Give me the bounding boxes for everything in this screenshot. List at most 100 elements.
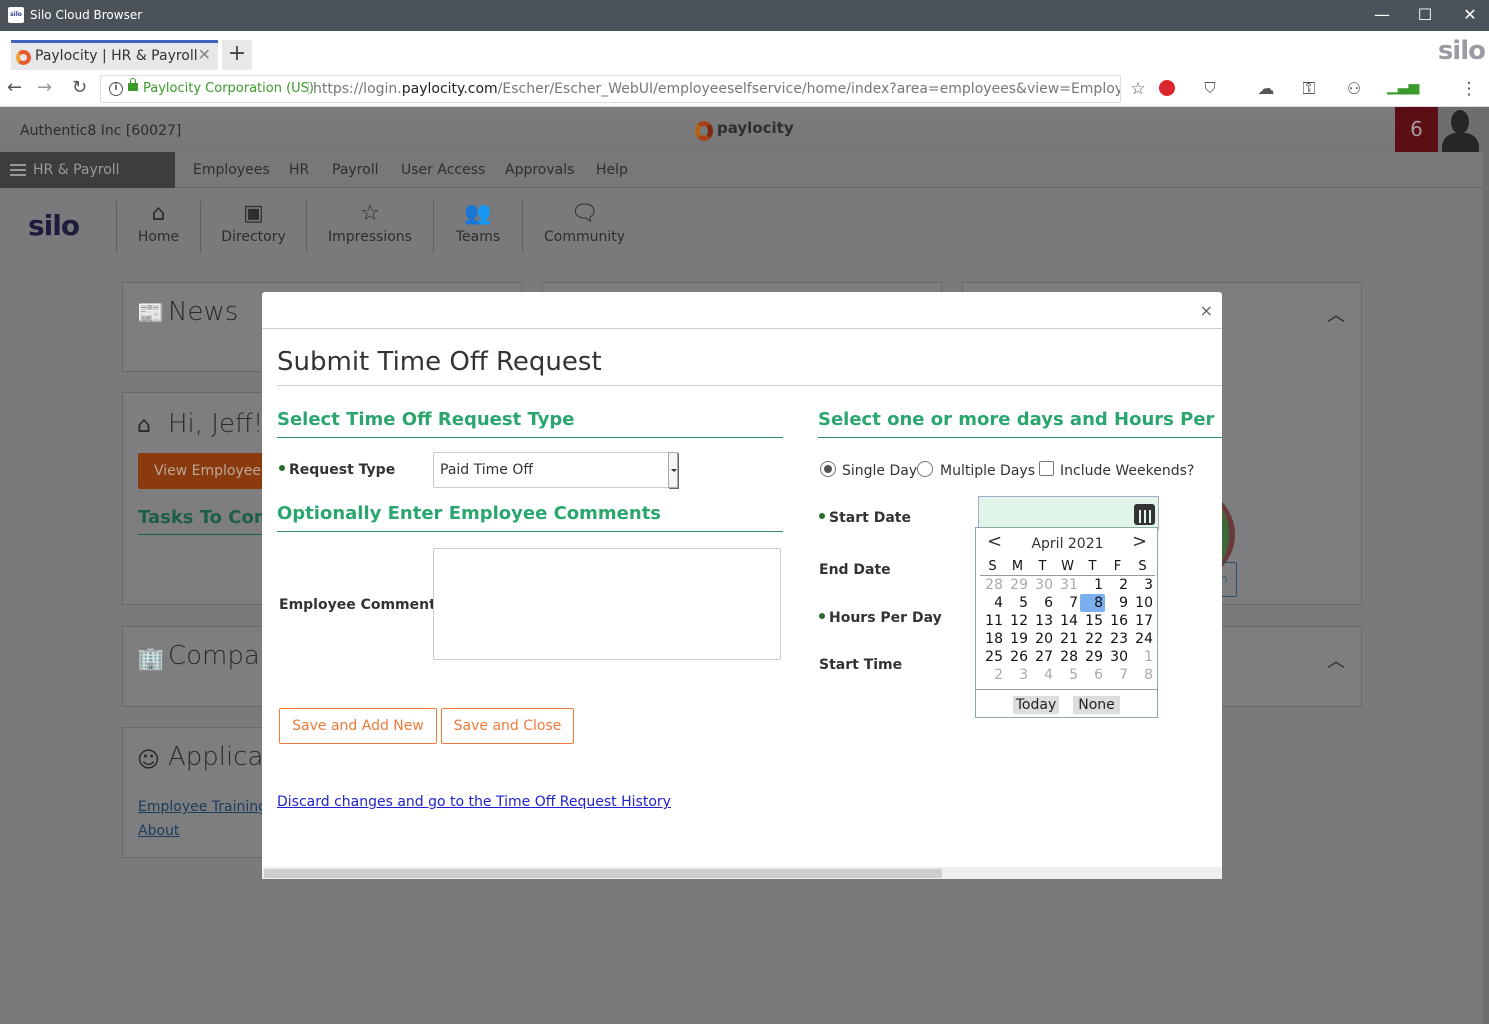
calendar-day[interactable]: 29: [1005, 576, 1030, 594]
nav-user-access[interactable]: User Access: [401, 162, 485, 178]
quick-nav-teams[interactable]: 👥 Teams: [433, 201, 522, 253]
calendar-day[interactable]: 21: [1055, 630, 1080, 648]
calendar-day[interactable]: 6: [1030, 594, 1055, 612]
calendar-day[interactable]: 4: [980, 594, 1005, 612]
calendar-day[interactable]: 1: [1130, 648, 1155, 666]
calendar-day[interactable]: 6: [1080, 666, 1105, 684]
calendar-day[interactable]: 16: [1105, 612, 1130, 630]
include-weekends-checkbox[interactable]: [1039, 461, 1054, 476]
request-type-select[interactable]: Paid Time Off: [433, 452, 678, 488]
multiple-days-radio[interactable]: [917, 461, 933, 477]
avatar[interactable]: [1438, 107, 1483, 152]
calendar-day[interactable]: 25: [980, 648, 1005, 666]
calendar-day[interactable]: 29: [1080, 648, 1105, 666]
maximize-button[interactable]: ☐: [1410, 4, 1440, 26]
reload-icon[interactable]: ↻: [72, 77, 87, 98]
back-icon[interactable]: ←: [7, 77, 22, 98]
calendar-day[interactable]: 15: [1080, 612, 1105, 630]
block-icon[interactable]: [1159, 80, 1175, 96]
nav-approvals[interactable]: Approvals: [505, 162, 574, 178]
card-button-fragment[interactable]: n: [1220, 562, 1237, 597]
nav-payroll[interactable]: Payroll: [332, 162, 378, 178]
calendar-day-selected[interactable]: 8: [1080, 594, 1105, 612]
calendar-day[interactable]: 5: [1055, 666, 1080, 684]
product-menu-button[interactable]: HR & Payroll: [0, 152, 175, 188]
home-icon: ⌂: [137, 413, 151, 438]
menu-icon[interactable]: ⋮: [1458, 79, 1480, 99]
calendar-day[interactable]: 12: [1005, 612, 1030, 630]
quick-nav-home[interactable]: ⌂ Home: [116, 201, 200, 253]
calendar-day[interactable]: 10: [1130, 594, 1155, 612]
single-day-radio[interactable]: [820, 461, 836, 477]
calendar-day[interactable]: 31: [1055, 576, 1080, 594]
calendar-day[interactable]: 8: [1130, 666, 1155, 684]
page-scrollbar[interactable]: [1483, 107, 1489, 1024]
discard-changes-link[interactable]: Discard changes and go to the Time Off R…: [277, 794, 671, 810]
collapse-icon[interactable]: ︿: [1327, 647, 1345, 673]
modal-close-button[interactable]: ×: [1200, 301, 1213, 320]
bookmark-icon[interactable]: ⛉: [1199, 79, 1221, 97]
calendar-day[interactable]: 7: [1105, 666, 1130, 684]
quick-nav-community[interactable]: 🗨 Community: [522, 201, 646, 253]
employee-comments-input[interactable]: [433, 548, 781, 660]
browser-tab[interactable]: Paylocity | HR & Payroll ✕: [11, 40, 218, 70]
quick-nav-impressions[interactable]: ☆ Impressions: [306, 201, 433, 253]
modal-horizontal-scrollbar[interactable]: [262, 867, 1222, 879]
calendar-day[interactable]: 13: [1030, 612, 1055, 630]
today-button[interactable]: Today: [1013, 696, 1059, 714]
calendar-day[interactable]: 28: [980, 576, 1005, 594]
collapse-icon[interactable]: ︿: [1327, 301, 1345, 327]
nav-hr[interactable]: HR: [289, 162, 309, 178]
tab-close-icon[interactable]: ✕: [198, 45, 211, 64]
calendar-day[interactable]: 30: [1030, 576, 1055, 594]
calendar-day[interactable]: 24: [1130, 630, 1155, 648]
calendar-day[interactable]: 11: [980, 612, 1005, 630]
calendar-day[interactable]: 26: [1005, 648, 1030, 666]
calendar-day[interactable]: 9: [1105, 594, 1130, 612]
signal-icon[interactable]: ▁▃▅: [1387, 79, 1419, 95]
calendar-day[interactable]: 19: [1005, 630, 1030, 648]
calendar-day[interactable]: 27: [1030, 648, 1055, 666]
quick-nav-directory[interactable]: ▣ Directory: [200, 201, 306, 253]
scrollbar-thumb[interactable]: [264, 869, 942, 878]
calendar-day[interactable]: 3: [1005, 666, 1030, 684]
window-close-button[interactable]: ✕: [1455, 4, 1485, 26]
dropdown-arrow-icon[interactable]: [668, 452, 678, 488]
calendar-day[interactable]: 28: [1055, 648, 1080, 666]
calendar-day[interactable]: 2: [980, 666, 1005, 684]
notification-badge[interactable]: 6: [1395, 107, 1438, 152]
calendar-day[interactable]: 5: [1005, 594, 1030, 612]
minimize-button[interactable]: —: [1367, 4, 1397, 26]
calendar-day[interactable]: 20: [1030, 630, 1055, 648]
calendar-day[interactable]: 30: [1105, 648, 1130, 666]
calendar-day[interactable]: 2: [1105, 576, 1130, 594]
none-button[interactable]: None: [1073, 696, 1120, 714]
cloud-download-icon[interactable]: ☁: [1255, 79, 1277, 99]
calendar-day[interactable]: 3: [1130, 576, 1155, 594]
calendar-day[interactable]: 1: [1080, 576, 1105, 594]
calendar-day[interactable]: 14: [1055, 612, 1080, 630]
nav-help[interactable]: Help: [596, 162, 628, 178]
user-icon[interactable]: ⚇: [1343, 79, 1365, 98]
building-icon: 🏢: [137, 647, 165, 672]
calendar-day[interactable]: 18: [980, 630, 1005, 648]
calendar-day[interactable]: 4: [1030, 666, 1055, 684]
employee-training-link[interactable]: Employee Training: [138, 799, 267, 815]
about-link[interactable]: About: [138, 823, 179, 839]
start-date-input[interactable]: [978, 496, 1159, 530]
key-icon[interactable]: ⚿: [1298, 79, 1320, 99]
save-and-add-new-button[interactable]: Save and Add New: [279, 708, 437, 744]
nav-employees[interactable]: Employees: [193, 162, 270, 178]
next-month-icon[interactable]: >: [1132, 531, 1147, 552]
calendar-day[interactable]: 17: [1130, 612, 1155, 630]
forward-icon[interactable]: →: [37, 77, 52, 98]
calendar-icon[interactable]: [1134, 504, 1155, 525]
calendar-day[interactable]: 22: [1080, 630, 1105, 648]
calendar-day[interactable]: 7: [1055, 594, 1080, 612]
save-and-close-button[interactable]: Save and Close: [441, 708, 574, 744]
star-icon[interactable]: ☆: [1127, 79, 1149, 99]
new-tab-button[interactable]: +: [222, 40, 252, 70]
calendar-day[interactable]: 23: [1105, 630, 1130, 648]
url-input[interactable]: i Paylocity Corporation (US) | https://l…: [100, 75, 1121, 103]
info-icon[interactable]: i: [109, 82, 123, 96]
